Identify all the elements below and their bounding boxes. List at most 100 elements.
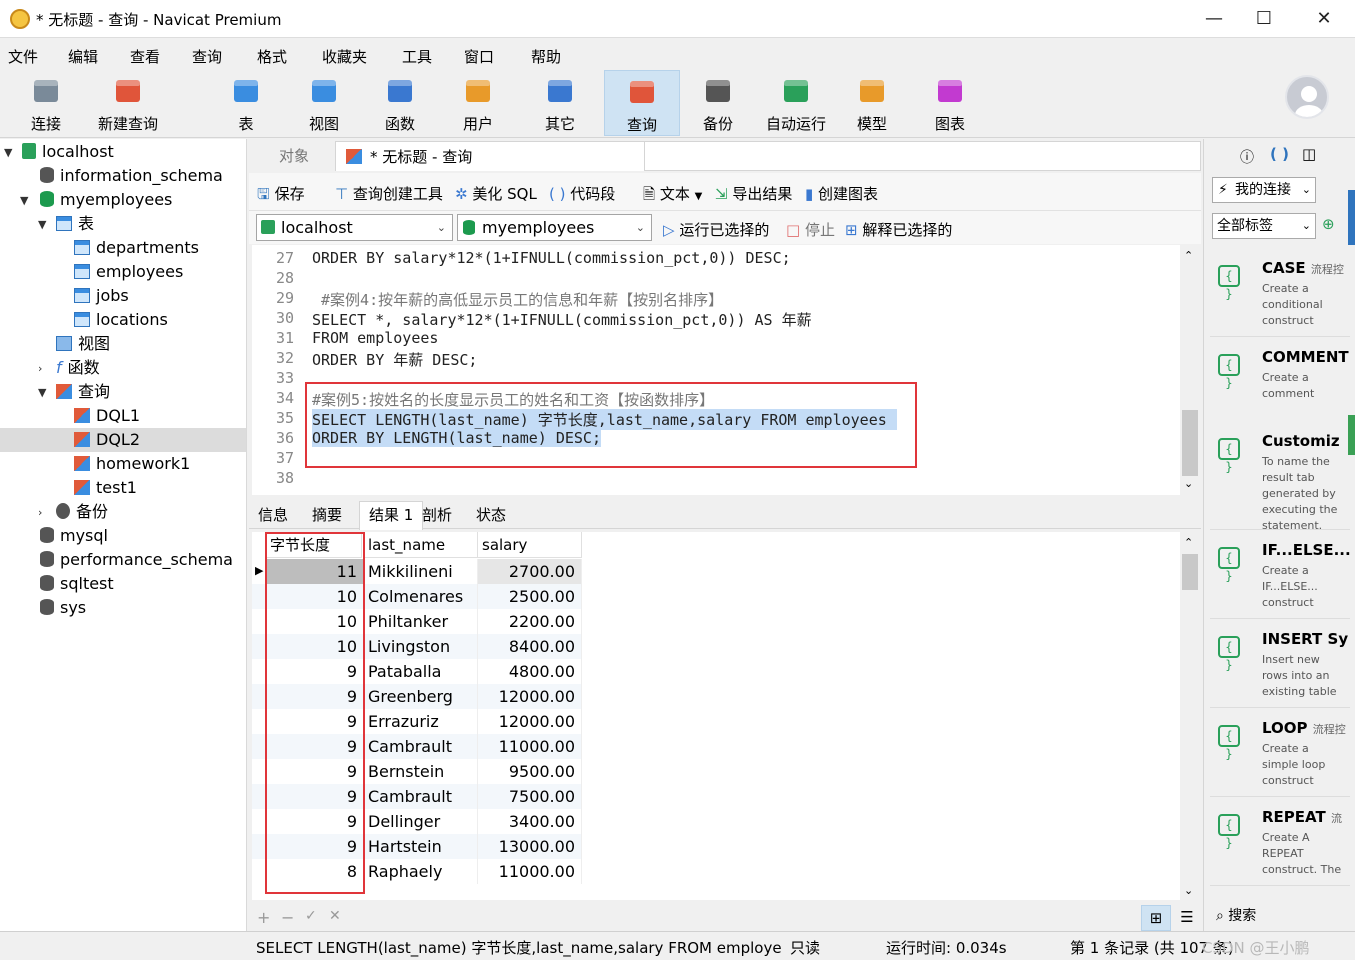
tags-select[interactable]: 全部标签 ⌄: [1212, 213, 1316, 239]
table-cell[interactable]: Cambrault: [364, 734, 478, 759]
snippet-panel-icon[interactable]: ( ): [1270, 145, 1289, 163]
grid-scrollbar[interactable]: ⌃ ⌄: [1181, 532, 1199, 902]
tab-summary[interactable]: 摘要: [303, 502, 351, 529]
tree-db-mysql[interactable]: mysql: [40, 524, 108, 548]
create-chart-button[interactable]: ▮ 创建图表: [805, 183, 878, 204]
menu-favorites[interactable]: 收藏夹: [322, 46, 367, 67]
tab-status[interactable]: 状态: [467, 502, 515, 529]
tab-info[interactable]: 信息: [249, 502, 297, 529]
run-selected-button[interactable]: ▷ 运行已选择的: [663, 219, 769, 240]
toolbar-query-button[interactable]: 查询: [604, 70, 680, 136]
menu-query[interactable]: 查询: [192, 46, 222, 67]
toolbar-table-button[interactable]: 表: [208, 70, 284, 136]
save-button[interactable]: 🖫 保存: [257, 183, 305, 209]
table-cell[interactable]: 12000.00: [478, 709, 582, 734]
toolbar-user-button[interactable]: 用户: [440, 70, 516, 136]
delete-record-button[interactable]: −: [281, 908, 294, 927]
tab-profile[interactable]: 剖析: [413, 502, 461, 529]
table-cell[interactable]: 2200.00: [478, 609, 582, 634]
tree-db-myemployees[interactable]: myemployees: [40, 188, 172, 212]
table-cell[interactable]: Bernstein: [364, 759, 478, 784]
tree-db-sqltest[interactable]: sqltest: [40, 572, 114, 596]
add-record-button[interactable]: +: [257, 908, 270, 927]
table-cell[interactable]: Mikkilineni: [364, 559, 478, 584]
query-builder-button[interactable]: ⊤ 查询创建工具: [335, 183, 443, 204]
table-cell[interactable]: Dellinger: [364, 809, 478, 834]
table-cell[interactable]: Raphaely: [364, 859, 478, 884]
tree-connection-localhost[interactable]: localhost: [22, 140, 114, 164]
scrollbar-thumb[interactable]: [1182, 410, 1198, 476]
table-cell[interactable]: Cambrault: [364, 784, 478, 809]
grid-view-icon[interactable]: ⊞: [1141, 905, 1171, 931]
tree-group-backup[interactable]: 备份: [56, 500, 108, 524]
table-cell[interactable]: 9500.00: [478, 759, 582, 784]
snippet-item[interactable]: { } IF...ELSE... Create a IF...ELSE... co…: [1210, 533, 1351, 619]
toolbar-plug-button[interactable]: 连接: [8, 70, 84, 136]
table-cell[interactable]: Greenberg: [364, 684, 478, 709]
stop-button[interactable]: □ 停止: [786, 219, 835, 240]
tree-table-jobs[interactable]: jobs: [74, 284, 129, 308]
toolbar-view-button[interactable]: 视图: [286, 70, 362, 136]
table-cell[interactable]: Philtanker: [364, 609, 478, 634]
table-cell[interactable]: 13000.00: [478, 834, 582, 859]
menu-file[interactable]: 文件: [8, 46, 38, 67]
snippet-item[interactable]: { } REPEAT 流 Create A REPEAT construct. Th…: [1210, 800, 1350, 886]
menu-format[interactable]: 格式: [257, 46, 287, 67]
table-cell[interactable]: 2500.00: [478, 584, 582, 609]
database-select[interactable]: myemployees ⌄: [457, 214, 652, 241]
tree-group-views[interactable]: 视图: [56, 332, 110, 356]
tree-query-test1[interactable]: test1: [74, 476, 137, 500]
tab-untitled-query[interactable]: * 无标题 - 查询: [335, 141, 645, 171]
table-cell[interactable]: 11000.00: [478, 734, 582, 759]
text-button[interactable]: 🗎 文本 ▼: [643, 183, 702, 209]
toolbar-chart-button[interactable]: 图表: [912, 70, 988, 136]
column-header[interactable]: salary: [478, 532, 582, 558]
table-cell[interactable]: Colmenares: [364, 584, 478, 609]
toolbar-function-button[interactable]: 函数: [362, 70, 438, 136]
tree-db-information-schema[interactable]: information_schema: [40, 164, 223, 188]
minimize-button[interactable]: —: [1192, 6, 1236, 32]
explain-selected-button[interactable]: ⊞ 解释已选择的: [845, 219, 952, 240]
tree-group-tables[interactable]: 表: [56, 212, 94, 236]
toolbar-tools-button[interactable]: 其它: [520, 70, 600, 136]
table-cell[interactable]: Hartstein: [364, 834, 478, 859]
table-cell[interactable]: 2700.00: [478, 559, 582, 584]
menu-edit[interactable]: 编辑: [68, 46, 98, 67]
menu-window[interactable]: 窗口: [464, 46, 494, 67]
info-icon[interactable]: ⓘ: [1240, 147, 1254, 167]
toolbar-model-button[interactable]: 模型: [834, 70, 910, 136]
add-snippet-icon[interactable]: ⊕: [1322, 215, 1335, 233]
tree-query-homework1[interactable]: homework1: [74, 452, 190, 476]
tree-query-dql1[interactable]: DQL1: [74, 404, 140, 428]
table-cell[interactable]: Livingston: [364, 634, 478, 659]
scrollbar-thumb[interactable]: [1182, 554, 1198, 590]
table-cell[interactable]: 4800.00: [478, 659, 582, 684]
tree-group-functions[interactable]: f 函数: [56, 356, 100, 380]
close-button[interactable]: ✕: [1302, 6, 1346, 32]
snippet-item[interactable]: { } CASE 流程控 Create a conditional construc…: [1210, 251, 1350, 337]
toolbar-robot-button[interactable]: 自动运行: [756, 70, 836, 136]
tree-group-queries[interactable]: 查询: [56, 380, 110, 404]
snippet-button[interactable]: ( ) 代码段: [549, 183, 615, 204]
tree-table-departments[interactable]: departments: [74, 236, 199, 260]
table-cell[interactable]: Pataballa: [364, 659, 478, 684]
table-cell[interactable]: 3400.00: [478, 809, 582, 834]
apply-changes-button[interactable]: ✓: [305, 908, 317, 924]
tree-db-sys[interactable]: sys: [40, 596, 86, 620]
sql-editor[interactable]: 27 28 29 30 31 32 33 34 35 36 37 38 ORDE…: [252, 245, 1180, 495]
user-avatar-icon[interactable]: [1285, 75, 1329, 119]
my-connection-select[interactable]: ⚡ 我的连接 ⌄: [1212, 177, 1316, 203]
table-cell[interactable]: Errazuriz: [364, 709, 478, 734]
editor-scrollbar[interactable]: ⌃ ⌄: [1181, 245, 1199, 495]
menu-view[interactable]: 查看: [130, 46, 160, 67]
export-result-button[interactable]: ⇲ 导出结果: [715, 183, 792, 204]
table-cell[interactable]: 7500.00: [478, 784, 582, 809]
table-cell[interactable]: 12000.00: [478, 684, 582, 709]
snippet-item[interactable]: { } INSERT Sy Insert new rows into an exi…: [1210, 622, 1350, 708]
table-cell[interactable]: 11000.00: [478, 859, 582, 884]
table-cell[interactable]: 8400.00: [478, 634, 582, 659]
toolbar-new-query-button[interactable]: 新建查询: [88, 70, 168, 136]
snippet-search[interactable]: ⌕ 搜索: [1216, 905, 1256, 925]
menu-tools[interactable]: 工具: [402, 46, 432, 67]
tree-table-locations[interactable]: locations: [74, 308, 168, 332]
